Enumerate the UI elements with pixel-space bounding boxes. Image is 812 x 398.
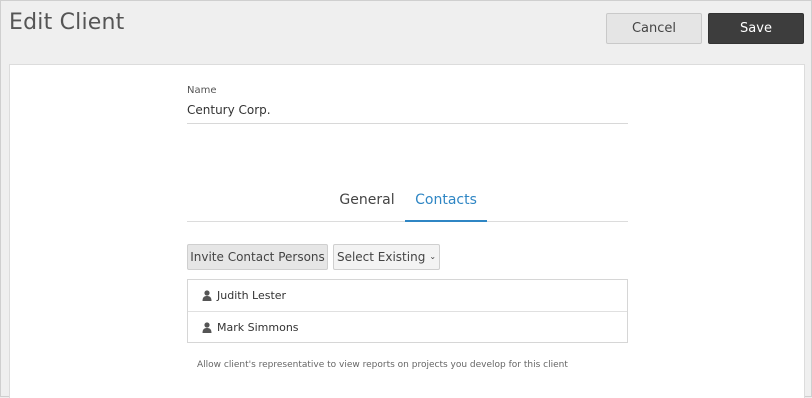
- contact-name: Mark Simmons: [217, 320, 299, 334]
- list-item[interactable]: Judith Lester: [188, 280, 627, 311]
- cancel-button[interactable]: Cancel: [606, 13, 702, 44]
- contact-name: Judith Lester: [217, 289, 287, 302]
- list-item[interactable]: Mark Simmons: [188, 311, 627, 342]
- page-title: Edit Client: [9, 10, 125, 35]
- invite-contact-persons-button[interactable]: Invite Contact Persons: [187, 244, 328, 270]
- save-button[interactable]: Save: [708, 13, 804, 44]
- app-window: Edit Client Cancel Save Name Century Cor…: [0, 0, 812, 398]
- help-text: Allow client's representative to view re…: [197, 360, 568, 370]
- contact-list: Judith Lester Mark Simmons: [187, 279, 628, 343]
- name-label: Name: [187, 85, 217, 96]
- select-existing-dropdown[interactable]: Select Existing ⌄: [333, 244, 440, 270]
- invite-contact-persons-label: Invite Contact Persons: [190, 250, 325, 264]
- chevron-down-icon: ⌄: [429, 251, 437, 261]
- person-icon: [202, 290, 212, 301]
- edit-client-card: Name Century Corp. General Contacts Invi…: [9, 64, 805, 398]
- tab-general[interactable]: General: [332, 179, 402, 220]
- select-existing-label: Select Existing: [336, 250, 426, 264]
- name-field-underline: [187, 123, 628, 124]
- person-icon: [202, 321, 212, 333]
- tab-contacts[interactable]: Contacts: [405, 179, 487, 222]
- name-field[interactable]: Century Corp.: [187, 103, 271, 117]
- tab-bar: General Contacts: [187, 179, 628, 222]
